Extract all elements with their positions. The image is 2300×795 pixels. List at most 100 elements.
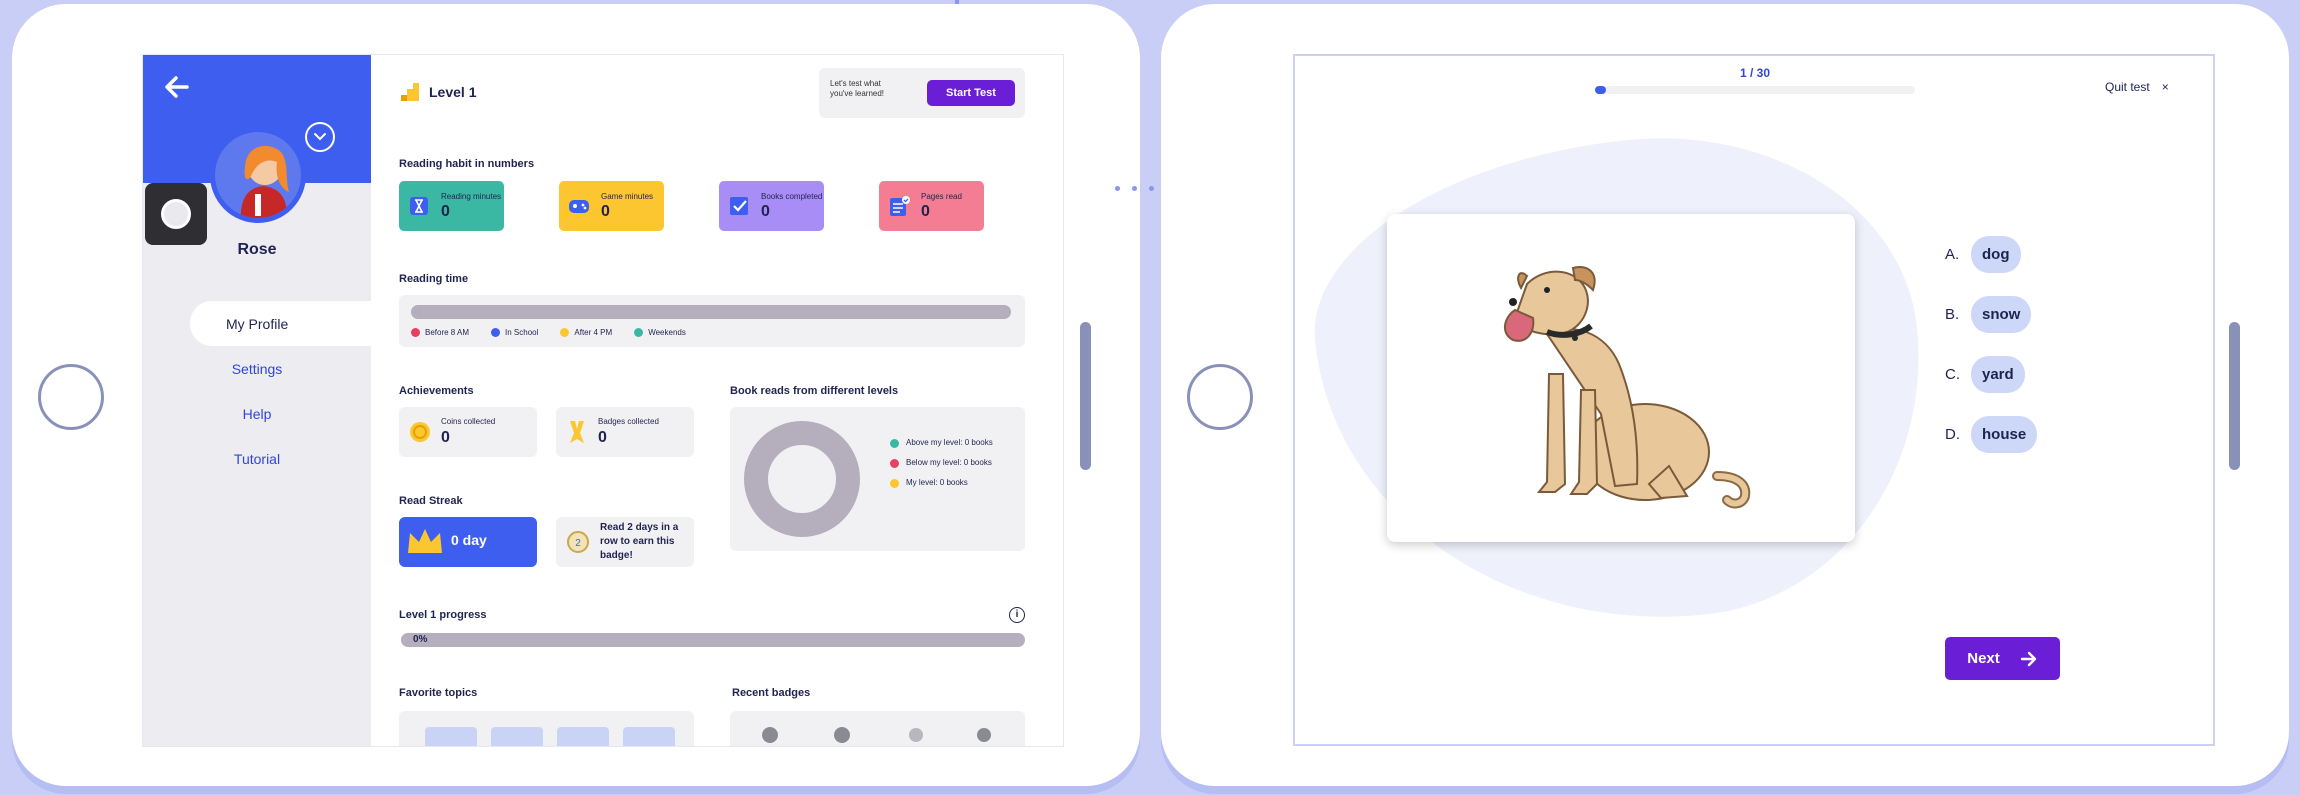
sidebar-item-settings[interactable]: Settings (143, 346, 371, 391)
legend-item: Below my level: 0 books (890, 453, 993, 473)
camera-shutter-icon[interactable] (145, 183, 207, 245)
chevron-down-icon[interactable] (305, 122, 335, 152)
ribbon-badge-icon (570, 421, 584, 443)
legend-item: My level: 0 books (890, 473, 993, 493)
info-icon[interactable]: i (1009, 607, 1025, 623)
document-check-icon (890, 196, 910, 216)
streak-badge-icon: 2 (567, 531, 589, 553)
recent-badges-icons (762, 727, 991, 743)
answer-option-a[interactable]: A. dog (1945, 236, 2037, 273)
quit-test-label: Quit test (2105, 80, 2150, 94)
topic-tile[interactable] (623, 727, 675, 746)
option-letter: B. (1945, 306, 1960, 323)
arrow-right-icon (2020, 651, 2036, 666)
answer-option-b[interactable]: B. snow (1945, 296, 2037, 333)
stat-value: 0 (441, 203, 450, 220)
stat-value: 0 (761, 203, 770, 220)
option-text[interactable]: dog (1971, 236, 2021, 273)
read-streak-value: 0 day (451, 532, 487, 548)
topic-tile[interactable] (425, 727, 477, 746)
hourglass-icon (410, 197, 428, 215)
tablet-home-button (1187, 364, 1253, 430)
quit-test-button[interactable]: Quit test × (2105, 80, 2169, 94)
option-letter: D. (1945, 426, 1960, 443)
quiz-screen: 1 / 30 Quit test × A. dog B. snow C. yar… (1293, 54, 2215, 746)
stat-label: Books completed (761, 192, 823, 201)
option-text[interactable]: house (1971, 416, 2038, 453)
badges-value: 0 (598, 429, 607, 446)
sidebar-item-help[interactable]: Help (143, 391, 371, 436)
book-reads-donut (744, 421, 860, 537)
stat-game-minutes: Game minutes 0 (559, 181, 664, 231)
gamepad-icon (569, 200, 589, 213)
book-reads-title: Book reads from different levels (730, 385, 899, 397)
stat-value: 0 (921, 203, 930, 220)
answer-option-d[interactable]: D. house (1945, 416, 2038, 453)
level-progress-title: Level 1 progress (399, 609, 487, 621)
book-reads-legend: Above my level: 0 books Below my level: … (890, 433, 993, 493)
back-arrow-icon[interactable] (163, 73, 193, 103)
sidebar-item-tutorial[interactable]: Tutorial (143, 436, 371, 481)
option-text[interactable]: snow (1971, 296, 2032, 333)
read-streak-card: 0 day (399, 517, 537, 567)
topic-tile[interactable] (557, 727, 609, 746)
reading-habit-title: Reading habit in numbers (399, 158, 535, 170)
coins-value: 0 (441, 429, 450, 446)
question-image-card (1387, 214, 1855, 542)
start-test-hint: Let's test what you've learned! (830, 79, 885, 98)
sidebar-nav: My Profile Settings Help Tutorial (143, 301, 371, 481)
stat-pages-read: Pages read 0 (879, 181, 984, 231)
favorite-topics-title: Favorite topics (399, 687, 478, 699)
stat-reading-minutes: Reading minutes 0 (399, 181, 504, 231)
legend-item: Above my level: 0 books (890, 433, 993, 453)
svg-text:2: 2 (575, 538, 581, 549)
level-stairs-icon (401, 83, 419, 101)
level-indicator: Level 1 (399, 81, 476, 103)
level-label: Level 1 (429, 84, 477, 100)
legend-item: Weekends (634, 328, 686, 337)
crown-icon (408, 529, 442, 553)
tablet-quiz: 1 / 30 Quit test × A. dog B. snow C. yar… (1161, 4, 2289, 786)
level-progress-percent: 0% (413, 634, 428, 645)
stat-books-completed: Books completed 0 (719, 181, 824, 231)
option-letter: C. (1945, 366, 1960, 383)
stat-label: Game minutes (601, 192, 654, 201)
badges-label: Badges collected (598, 417, 659, 426)
question-counter: 1 / 30 (1740, 66, 1771, 80)
stat-label: Reading minutes (441, 192, 502, 201)
legend-item: In School (491, 328, 538, 337)
coins-card: Coins collected 0 (399, 407, 537, 457)
tablet-side-button (2229, 322, 2240, 470)
stat-value: 0 (601, 203, 610, 220)
start-test-button[interactable]: Start Test (927, 80, 1015, 106)
recent-badges-title: Recent badges (732, 687, 811, 699)
stat-label: Pages read (921, 192, 962, 201)
answer-option-c[interactable]: C. yard (1945, 356, 2037, 393)
reading-time-bar (411, 305, 1011, 319)
coin-icon (410, 422, 430, 442)
avatar[interactable] (210, 127, 306, 223)
reading-time-legend: Before 8 AM In School After 4 PM Weekend… (411, 328, 686, 337)
achievements-title: Achievements (399, 385, 474, 397)
close-icon: × (2161, 80, 2169, 94)
dog-illustration (1504, 266, 1751, 509)
legend-item: Before 8 AM (411, 328, 469, 337)
tablet-profile: Rose My Profile Settings Help Tutorial L… (12, 4, 1140, 786)
reading-time-card: Before 8 AM In School After 4 PM Weekend… (399, 295, 1025, 347)
profile-name: Rose (237, 241, 277, 258)
tablet-side-button (1080, 322, 1091, 470)
next-label: Next (1967, 650, 2000, 667)
reading-time-title: Reading time (399, 273, 469, 285)
tablet-home-button (38, 364, 104, 430)
streak-badge-hint: 2 Read 2 days in a row to earn this badg… (556, 517, 694, 567)
profile-screen: Rose My Profile Settings Help Tutorial L… (142, 54, 1064, 747)
next-button[interactable]: Next (1945, 637, 2060, 680)
option-text[interactable]: yard (1971, 356, 2025, 393)
answer-options: A. dog B. snow C. yard D. house (1945, 236, 2038, 476)
level-progress-bar: 0% (401, 633, 1025, 647)
read-streak-title: Read Streak (399, 495, 463, 507)
question-progress-bar (1595, 86, 1915, 94)
coins-label: Coins collected (441, 417, 496, 426)
sidebar-item-my-profile[interactable]: My Profile (190, 301, 371, 346)
topic-tile[interactable] (491, 727, 543, 746)
